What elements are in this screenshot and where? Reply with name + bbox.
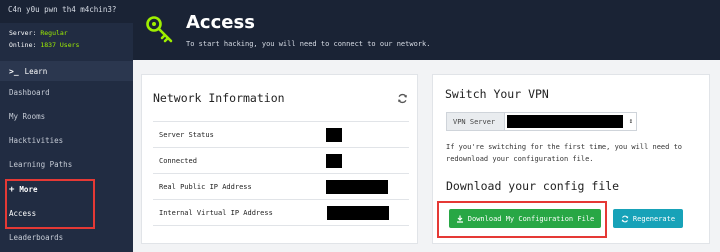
redacted-value bbox=[327, 205, 389, 220]
vpn-server-select[interactable]: ↕ bbox=[505, 113, 636, 130]
vpn-server-label: VPN Server bbox=[447, 113, 505, 130]
row-label: Internal Virtual IP Address bbox=[159, 208, 273, 217]
redacted-value bbox=[326, 153, 342, 168]
online-status-line: Online: 1837 Users bbox=[9, 39, 124, 51]
vpn-server-select-group: VPN Server ↕ bbox=[446, 112, 637, 131]
regenerate-icon bbox=[621, 215, 629, 222]
key-icon bbox=[146, 16, 173, 43]
highlight-box-download bbox=[437, 201, 607, 238]
vpn-description: If you're switching for the first time, … bbox=[446, 143, 683, 163]
sidebar-item-leaderboards[interactable]: Leaderboards bbox=[0, 226, 133, 250]
server-info: Server: Regular Online: 1837 Users bbox=[0, 23, 133, 51]
network-information-card: Network Information Server Status Connec… bbox=[141, 74, 418, 244]
sidebar-item-learning-paths[interactable]: Learning Paths bbox=[0, 153, 133, 177]
sidebar-item-dashboard[interactable]: Dashboard bbox=[0, 81, 133, 105]
table-row-connected: Connected bbox=[153, 148, 409, 174]
highlight-box-sidebar bbox=[5, 179, 95, 229]
redacted-value bbox=[326, 127, 342, 142]
redacted-value bbox=[326, 179, 388, 194]
table-row-virtual-ip: Internal Virtual IP Address bbox=[153, 200, 409, 226]
page-subtitle: To start hacking, you will need to conne… bbox=[186, 40, 431, 48]
page-title: Access bbox=[186, 12, 255, 33]
refresh-icon[interactable] bbox=[397, 93, 408, 104]
regenerate-label: Regenerate bbox=[632, 214, 676, 223]
network-information-title: Network Information bbox=[153, 91, 285, 105]
redacted-value bbox=[507, 115, 623, 128]
terminal-icon: >_ bbox=[9, 66, 19, 76]
learn-label: Learn bbox=[24, 66, 48, 76]
sidebar-item-my-rooms[interactable]: My Rooms bbox=[0, 105, 133, 129]
network-info-table: Server Status Connected Real Public IP A… bbox=[153, 121, 409, 226]
table-row-server-status: Server Status bbox=[153, 122, 409, 148]
online-value: 1837 Users bbox=[40, 41, 80, 49]
server-label: Server: bbox=[9, 29, 37, 37]
switch-vpn-title: Switch Your VPN bbox=[445, 87, 549, 101]
row-label: Connected bbox=[159, 156, 197, 165]
sidebar-section-learn[interactable]: >_ Learn bbox=[0, 61, 133, 81]
table-row-public-ip: Real Public IP Address bbox=[153, 174, 409, 200]
select-arrows-icon: ↕ bbox=[628, 117, 633, 125]
sidebar-item-hacktivities[interactable]: Hacktivities bbox=[0, 129, 133, 153]
server-status-line: Server: Regular bbox=[9, 27, 124, 39]
online-label: Online: bbox=[9, 41, 37, 49]
regenerate-button[interactable]: Regenerate bbox=[613, 209, 683, 228]
page-header: Access To start hacking, you will need t… bbox=[133, 0, 720, 60]
row-label: Real Public IP Address bbox=[159, 182, 252, 191]
server-value: Regular bbox=[40, 29, 68, 37]
brand-tagline: C4n y0u pwn th4 m4chin3? bbox=[0, 0, 133, 23]
row-label: Server Status bbox=[159, 130, 214, 139]
download-config-title: Download your config file bbox=[446, 179, 620, 193]
